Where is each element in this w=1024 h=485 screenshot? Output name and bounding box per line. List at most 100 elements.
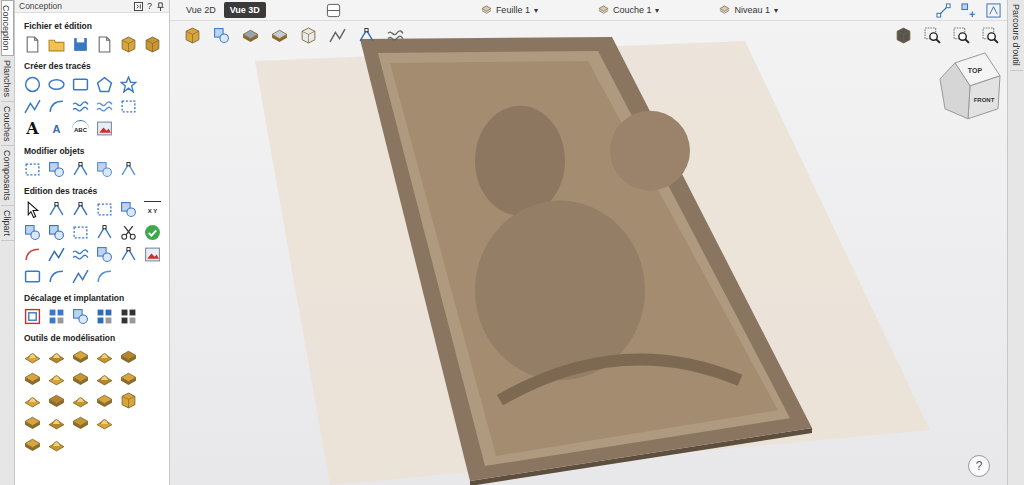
merge-icon[interactable] <box>96 392 113 409</box>
text-tool-icon[interactable]: ABC <box>72 120 89 138</box>
fade-icon[interactable] <box>72 370 89 387</box>
new-file-icon[interactable] <box>24 36 41 53</box>
sphere-icon[interactable] <box>48 348 65 365</box>
polyline-icon[interactable] <box>24 98 41 115</box>
view-tab[interactable]: Vue 2D <box>180 2 222 18</box>
transform-icon[interactable] <box>120 201 137 218</box>
intersect-icon[interactable] <box>72 224 89 241</box>
side-tab[interactable]: Conception <box>1 0 14 56</box>
help-button[interactable]: ? <box>968 455 990 477</box>
curve-icon[interactable] <box>72 98 89 115</box>
star-icon[interactable] <box>120 76 137 93</box>
open-folder-icon[interactable] <box>48 36 65 53</box>
side-tab[interactable]: Planches <box>1 56 14 102</box>
material-icon[interactable] <box>184 27 201 44</box>
preview-icon[interactable] <box>96 414 113 431</box>
bitmap-image-icon[interactable] <box>96 120 113 137</box>
snap-icon[interactable] <box>936 3 951 18</box>
view-tab[interactable]: Vue 3D <box>224 2 266 18</box>
move-object-icon[interactable] <box>24 161 41 178</box>
smooth-model-icon[interactable] <box>48 370 65 387</box>
save-disk-icon[interactable] <box>72 36 89 53</box>
text-tool-icon[interactable]: A <box>24 120 41 137</box>
clipart-cube-icon[interactable] <box>120 36 137 53</box>
distort-icon[interactable] <box>48 392 65 409</box>
polygon-icon[interactable] <box>96 76 113 93</box>
stack-icon[interactable] <box>120 392 137 409</box>
close-icon[interactable] <box>72 268 89 285</box>
text-tool-icon[interactable]: X Y <box>144 201 161 219</box>
align-icon[interactable] <box>961 3 976 18</box>
bake-icon[interactable] <box>48 414 65 431</box>
render-mode-icon[interactable] <box>895 27 912 44</box>
node-add-icon[interactable] <box>72 201 89 218</box>
qr-code-icon[interactable] <box>120 308 137 325</box>
bitmap-trace-icon[interactable] <box>144 246 161 263</box>
crop-icon[interactable] <box>358 27 375 44</box>
circle-icon[interactable] <box>24 76 41 93</box>
array-icon[interactable] <box>72 308 89 325</box>
rectangle-icon[interactable] <box>72 76 89 93</box>
wave-icon[interactable] <box>96 98 113 115</box>
export-model-icon[interactable] <box>48 436 65 453</box>
arrow-down-icon[interactable] <box>329 27 346 44</box>
plane-icon[interactable] <box>242 27 259 44</box>
validate-icon[interactable] <box>144 224 161 241</box>
scale-object-icon[interactable] <box>120 161 137 178</box>
two-rail-icon[interactable] <box>120 348 137 365</box>
extrude-icon[interactable] <box>96 348 113 365</box>
gem-cube-icon[interactable] <box>144 36 161 53</box>
zoom-fit-icon[interactable] <box>982 27 999 44</box>
sculpt-icon[interactable] <box>24 370 41 387</box>
chamfer-icon[interactable] <box>48 246 65 263</box>
dashed-rectangle-icon[interactable] <box>120 98 137 115</box>
level-dropdown[interactable]: Niveau 1▾ <box>719 5 778 16</box>
cube-outline-icon[interactable] <box>300 27 317 44</box>
nest-icon[interactable] <box>48 308 65 325</box>
arc-icon[interactable] <box>48 98 65 115</box>
rotate-object-icon[interactable] <box>96 161 113 178</box>
rounded-rect-icon[interactable] <box>24 268 41 285</box>
extend-icon[interactable] <box>48 268 65 285</box>
subtract-icon[interactable] <box>48 224 65 241</box>
texture-icon[interactable] <box>96 370 113 387</box>
spline-icon[interactable] <box>96 268 113 285</box>
help-button[interactable]: ? <box>147 1 152 11</box>
import-file-icon[interactable] <box>96 36 113 53</box>
grid-icon[interactable] <box>96 308 113 325</box>
level-edit-icon[interactable] <box>24 436 41 453</box>
side-tab[interactable]: Clipart <box>1 206 14 241</box>
align-objects-icon[interactable] <box>48 161 65 178</box>
mirror-model-icon[interactable] <box>72 392 89 409</box>
3d-canvas[interactable]: TOPFRONT ? <box>170 21 1007 485</box>
shapes-icon[interactable] <box>213 27 230 44</box>
measure-icon[interactable] <box>986 3 1001 18</box>
sweep-icon[interactable] <box>72 348 89 365</box>
mirror-icon[interactable] <box>120 246 137 263</box>
split-view-icon[interactable] <box>326 3 341 18</box>
side-tab[interactable]: Couches <box>1 102 14 147</box>
tilt-icon[interactable] <box>24 392 41 409</box>
offset-icon[interactable] <box>24 308 41 325</box>
smooth-icon[interactable] <box>96 246 113 263</box>
zoom-in-icon[interactable] <box>924 27 941 44</box>
level-dropdown[interactable]: Feuille 1▾ <box>481 5 538 16</box>
pin-icon[interactable] <box>156 2 165 11</box>
pointer-icon[interactable] <box>24 201 41 218</box>
level-dropdown[interactable]: Couche 1▾ <box>598 5 660 16</box>
ellipse-icon[interactable] <box>48 76 65 93</box>
plane-flat-icon[interactable] <box>271 27 288 44</box>
side-tab[interactable]: Composants <box>1 146 14 206</box>
select-box-icon[interactable] <box>96 201 113 218</box>
join-icon[interactable] <box>72 246 89 263</box>
view-cube[interactable]: TOPFRONT <box>940 53 1000 119</box>
node-edit-icon[interactable] <box>48 201 65 218</box>
text-tool-icon[interactable]: A <box>48 120 65 137</box>
slice-icon[interactable] <box>120 370 137 387</box>
hatch-icon[interactable] <box>387 27 404 44</box>
fillet-icon[interactable] <box>24 246 41 263</box>
side-tab[interactable]: Parcours d'outil <box>1010 0 1023 71</box>
trim-icon[interactable] <box>96 224 113 241</box>
size-object-icon[interactable] <box>72 161 89 178</box>
weld-icon[interactable] <box>24 224 41 241</box>
